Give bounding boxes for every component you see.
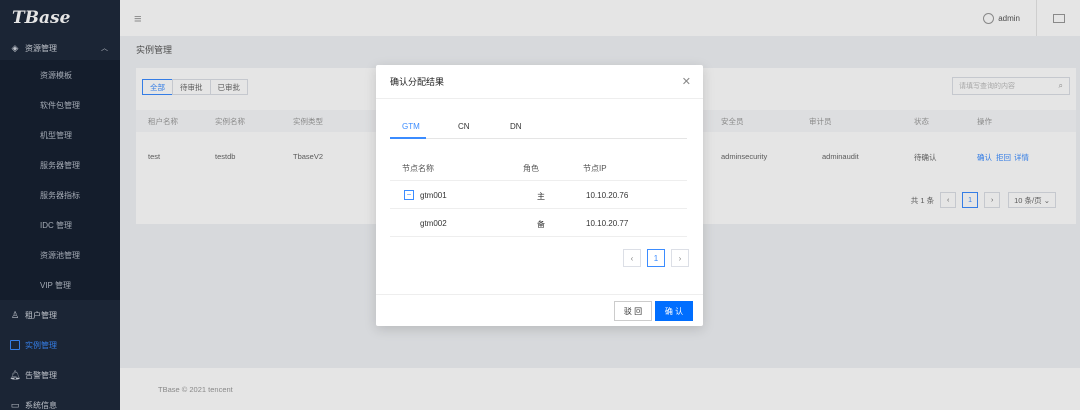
dialog-header: 确认分配结果 ✕ — [376, 65, 703, 99]
dialog-title: 确认分配结果 — [390, 77, 445, 87]
dialog-footer: 驳 回 确 认 — [376, 294, 703, 326]
collapse-icon[interactable]: − — [404, 190, 414, 200]
page-button[interactable]: 1 — [647, 249, 665, 267]
cell-role: 备 — [537, 220, 545, 229]
active-tab-indicator — [390, 137, 426, 139]
tab-dn[interactable]: DN — [510, 122, 522, 131]
tab-gtm[interactable]: GTM — [402, 122, 420, 131]
cell-node-name: gtm001 — [420, 191, 447, 200]
cell-ip: 10.10.20.77 — [586, 219, 629, 228]
reject-button[interactable]: 驳 回 — [614, 301, 652, 321]
confirm-button[interactable]: 确 认 — [655, 301, 693, 321]
confirm-allocation-dialog: 确认分配结果 ✕ GTM CN DN 节点名称 角色 节点IP − gtm001… — [376, 65, 703, 326]
prev-page-button[interactable]: ‹ — [623, 249, 641, 267]
column-header: 角色 — [523, 164, 539, 173]
table-row: gtm002 备 10.10.20.77 — [390, 209, 687, 237]
tab-cn[interactable]: CN — [458, 122, 470, 131]
column-header: 节点名称 — [402, 164, 434, 173]
cell-ip: 10.10.20.76 — [586, 191, 629, 200]
cell-role: 主 — [537, 192, 545, 201]
dialog-pagination: ‹ 1 › — [617, 249, 689, 267]
close-icon[interactable]: ✕ — [682, 75, 691, 88]
column-header: 节点IP — [583, 164, 607, 173]
cell-node-name: gtm002 — [420, 219, 447, 228]
node-type-tabs: GTM CN DN — [390, 117, 687, 139]
table-row: − gtm001 主 10.10.20.76 — [390, 181, 687, 209]
node-table-header: 节点名称 角色 节点IP — [390, 153, 687, 181]
next-page-button[interactable]: › — [671, 249, 689, 267]
